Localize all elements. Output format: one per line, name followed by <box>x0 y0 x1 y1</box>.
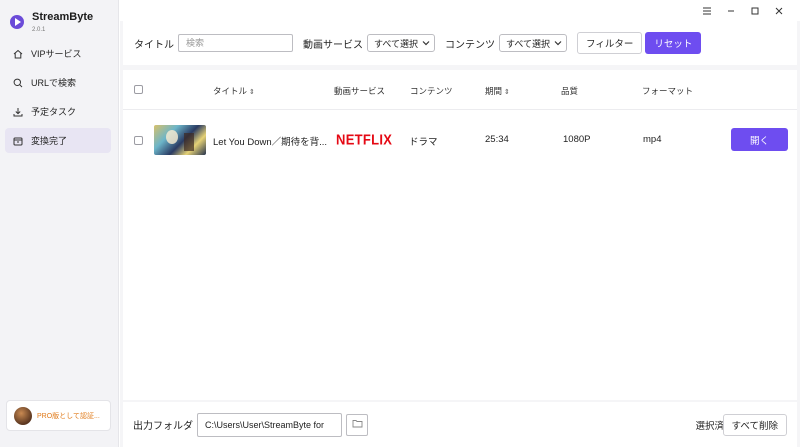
row-format: mp4 <box>643 134 662 145</box>
output-path-field[interactable]: C:\Users\User\StreamByte for <box>197 412 342 437</box>
main-panel: タイトル 動画サービス すべて選択 コンテンツ すべて選択 フィルター リセット… <box>120 21 800 447</box>
minimize-icon[interactable] <box>722 4 740 18</box>
netflix-logo: NETFLIX <box>336 131 393 148</box>
menu-icon[interactable] <box>698 4 716 18</box>
sidebar: StreamByte 2.0.1 VIPサービス URLで検索 予定タスク 変換… <box>0 0 119 447</box>
header-format: フォーマット <box>642 86 694 96</box>
open-button[interactable]: 開く <box>731 128 788 151</box>
sidebar-item-converted[interactable]: 変換完了 <box>5 128 111 153</box>
delete-all-button[interactable]: すべて削除 <box>722 413 787 436</box>
sidebar-item-label: VIPサービス <box>31 49 82 59</box>
folder-browse-button[interactable] <box>346 413 368 436</box>
sidebar-item-vip[interactable]: VIPサービス <box>5 41 111 66</box>
sidebar-item-scheduled[interactable]: 予定タスク <box>5 99 111 124</box>
content-select[interactable]: すべて選択 <box>499 34 568 52</box>
close-icon[interactable] <box>770 4 788 18</box>
table-row: Let You Down／期待を背... NETFLIX ドラマ 25:34 1… <box>123 122 797 158</box>
archive-icon <box>13 136 23 146</box>
window-controls <box>698 4 788 18</box>
download-icon <box>13 107 23 117</box>
converted-list: タイトル ⇕ 動画サービス コンテンツ 期間 ⇕ 品質 フォーマット Let You… <box>123 70 797 400</box>
folder-icon <box>352 419 363 431</box>
row-title: Let You Down／期待を背... <box>213 137 328 148</box>
app-version: 2.0.1 <box>32 27 46 33</box>
service-select-value: すべて選択 <box>374 38 419 49</box>
pro-activation-button[interactable]: PRO版として認証... <box>6 400 111 431</box>
table-header: タイトル ⇕ 動画サービス コンテンツ 期間 ⇕ 品質 フォーマット <box>123 70 797 110</box>
content-select-value: すべて選択 <box>506 38 551 49</box>
search-input[interactable] <box>178 34 293 52</box>
sort-title-header[interactable]: タイトル ⇕ <box>213 85 255 97</box>
footer-bar: 出力フォルダ C:\Users\User\StreamByte for 選択済み… <box>123 402 797 447</box>
sort-duration-header[interactable]: 期間 ⇕ <box>485 85 510 97</box>
search-icon <box>13 78 23 88</box>
title-filter-label: タイトル <box>134 39 174 51</box>
service-select[interactable]: すべて選択 <box>367 34 436 52</box>
header-quality: 品質 <box>561 86 579 96</box>
header-duration-label: 期間 <box>485 86 503 96</box>
row-quality: 1080P <box>563 134 591 145</box>
avatar <box>14 406 32 425</box>
output-folder-label: 出力フォルダ <box>133 421 193 432</box>
header-title-label: タイトル <box>213 86 248 96</box>
row-content: ドラマ <box>409 137 438 148</box>
sidebar-nav: VIPサービス URLで検索 予定タスク 変換完了 <box>5 41 111 157</box>
row-duration: 25:34 <box>485 134 509 145</box>
maximize-icon[interactable] <box>746 4 764 18</box>
chevron-down-icon <box>422 38 430 48</box>
video-thumbnail <box>154 125 206 155</box>
service-filter-label: 動画サービス <box>303 39 363 51</box>
sort-icon: ⇕ <box>249 89 255 96</box>
content-filter-label: コンテンツ <box>445 39 496 51</box>
header-service: 動画サービス <box>334 86 386 96</box>
sort-icon: ⇕ <box>504 89 510 96</box>
sidebar-item-label: 変換完了 <box>31 136 68 146</box>
app-name: StreamByte <box>32 11 94 23</box>
filter-toolbar: タイトル 動画サービス すべて選択 コンテンツ すべて選択 フィルター リセット <box>123 21 797 65</box>
sidebar-item-label: URLで検索 <box>31 78 77 88</box>
sidebar-item-label: 予定タスク <box>31 107 77 117</box>
filter-button[interactable]: フィルター <box>577 32 643 54</box>
brand: StreamByte 2.0.1 <box>10 10 93 35</box>
pro-activation-text: PRO版として認証... <box>37 412 100 420</box>
reset-button[interactable]: リセット <box>645 32 702 54</box>
chevron-down-icon <box>554 38 562 48</box>
header-content: コンテンツ <box>410 86 453 96</box>
select-all-checkbox[interactable] <box>134 85 143 94</box>
row-checkbox[interactable] <box>134 136 143 145</box>
home-icon <box>13 49 23 59</box>
sidebar-item-url-search[interactable]: URLで検索 <box>5 70 111 95</box>
app-logo-icon <box>10 15 24 29</box>
